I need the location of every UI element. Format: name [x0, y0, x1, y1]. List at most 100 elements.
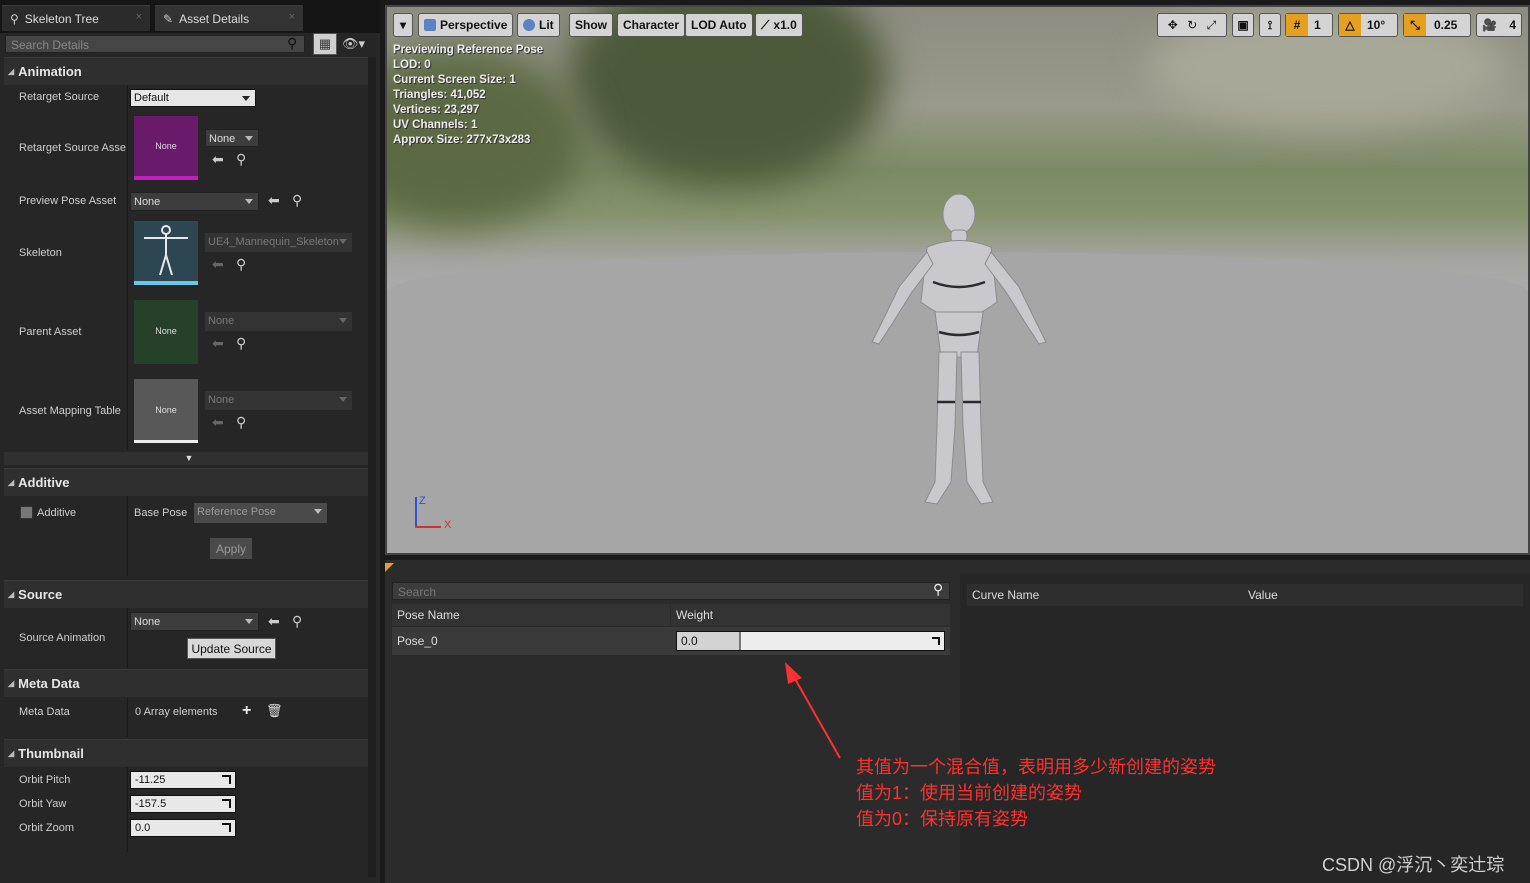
viewport[interactable]: ▾ Perspective Lit Show Character LOD Aut…	[385, 5, 1530, 555]
add-element-plus-icon[interactable]: +	[242, 702, 251, 720]
browse-search-icon[interactable]: ⚲	[236, 256, 246, 273]
asset-mapping-table-thumbnail[interactable]: None	[134, 379, 198, 443]
surface-snap-icon[interactable]: ⟟	[1259, 13, 1281, 37]
orbit-pitch-field[interactable]: -11.25	[130, 771, 236, 789]
camera-speed-button[interactable]: 🎥 4	[1476, 13, 1522, 37]
col-curve-name[interactable]: Curve Name	[967, 584, 1243, 606]
lod-button[interactable]: LOD Auto	[685, 13, 753, 37]
browse-search-icon[interactable]: ⚲	[292, 192, 302, 209]
angle-snap-icon[interactable]: △	[1339, 14, 1361, 36]
rotate-icon[interactable]: ↻	[1187, 18, 1197, 32]
chevron-down-icon	[245, 619, 253, 624]
weight-slider[interactable]: 0.0	[676, 631, 945, 651]
parent-asset-combo[interactable]: None	[205, 312, 352, 331]
viewport-options-button[interactable]: ▾	[393, 13, 413, 37]
collapse-icon: ◢	[8, 478, 15, 487]
combo-value: None	[208, 315, 235, 327]
mannequin-character	[871, 193, 1047, 505]
chevron-down-icon	[339, 239, 347, 244]
retarget-source-combo[interactable]: Default	[130, 89, 256, 107]
view-options-eye-icon[interactable]: 👁▾	[342, 36, 365, 52]
section-title: Meta Data	[18, 676, 80, 691]
scrollbar[interactable]	[368, 57, 376, 877]
preview-pose-asset-combo[interactable]: None	[130, 192, 259, 211]
details-search-input[interactable]: Search Details	[5, 35, 305, 53]
chevron-down-icon	[242, 96, 250, 101]
skeleton-combo[interactable]: UE4_Mannequin_Skeleton	[205, 233, 352, 252]
scale-value[interactable]: 0.25	[1426, 18, 1457, 32]
scale-icon[interactable]: ⤢	[1207, 18, 1217, 33]
source-animation-combo[interactable]: None	[130, 612, 259, 631]
perspective-button[interactable]: Perspective	[418, 13, 514, 37]
tab-skeleton-tree[interactable]: ⚲ Skeleton Tree ×	[2, 5, 150, 31]
playback-speed-button[interactable]: ⟋ x1.0	[755, 13, 803, 37]
tab-label: Asset Details	[179, 11, 250, 26]
character-button[interactable]: Character	[617, 13, 686, 37]
orbit-zoom-field[interactable]: 0.0	[130, 819, 236, 837]
table-row[interactable]: Pose_0 0.0	[392, 627, 950, 655]
base-pose-label: Base Pose	[134, 507, 188, 519]
section-meta-data[interactable]: ◢ Meta Data	[4, 669, 374, 697]
angle-snap-group[interactable]: △ 10°	[1338, 13, 1398, 37]
retarget-source-label: Retarget Source	[19, 91, 100, 103]
additive-checkbox[interactable]	[20, 506, 33, 519]
annotation-arrow	[785, 662, 841, 759]
lit-button[interactable]: Lit	[517, 13, 560, 37]
browse-search-icon[interactable]: ⚲	[292, 613, 302, 630]
grid-size-value[interactable]: 1	[1308, 18, 1321, 32]
col-weight[interactable]: Weight	[671, 604, 950, 626]
skeleton-thumbnail[interactable]	[134, 221, 198, 285]
retarget-source-asset-combo[interactable]: None	[205, 129, 259, 147]
world-local-icon[interactable]: ▣	[1232, 13, 1254, 37]
base-pose-combo[interactable]: Reference Pose	[194, 503, 327, 523]
property-matrix-icon[interactable]: ▦	[313, 33, 337, 55]
search-icon[interactable]: ⚲	[933, 581, 943, 598]
close-icon[interactable]: ×	[136, 11, 142, 23]
angle-value[interactable]: 10°	[1361, 18, 1385, 32]
col-pose-name[interactable]: Pose Name	[392, 604, 670, 626]
section-title: Additive	[18, 475, 70, 490]
use-selected-arrow-icon[interactable]: ⬅	[212, 151, 224, 168]
move-icon[interactable]: ✥	[1168, 18, 1178, 32]
browse-search-icon[interactable]: ⚲	[236, 151, 246, 168]
tab-bar: ⚲ Skeleton Tree × ✎ Asset Details ×	[0, 0, 380, 33]
show-button[interactable]: Show	[569, 13, 613, 37]
transform-mode-group[interactable]: ✥ ↻ ⤢	[1157, 13, 1227, 37]
skeleton-figure-icon	[144, 225, 188, 276]
delete-trash-icon[interactable]: 🗑	[266, 703, 283, 719]
section-source[interactable]: ◢ Source	[4, 580, 374, 608]
asset-mapping-table-label: Asset Mapping Table	[19, 405, 121, 417]
expand-advanced-chevron-icon[interactable]: ▼	[4, 452, 374, 465]
tab-label: Skeleton Tree	[24, 11, 99, 26]
close-icon[interactable]: ×	[289, 11, 295, 23]
section-animation[interactable]: ◢ Animation	[4, 57, 374, 85]
use-selected-arrow-icon[interactable]: ⬅	[268, 192, 280, 209]
scale-snap-group[interactable]: ⤡ 0.25	[1403, 13, 1471, 37]
browse-search-icon[interactable]: ⚲	[236, 414, 246, 431]
section-thumbnail[interactable]: ◢ Thumbnail	[4, 739, 374, 767]
scale-snap-icon[interactable]: ⤡	[1404, 14, 1426, 36]
column-divider	[127, 697, 128, 737]
axis-x-line	[415, 526, 441, 528]
apply-button[interactable]: Apply	[210, 538, 252, 559]
asset-mapping-table-combo[interactable]: None	[205, 391, 352, 410]
pose-name-cell: Pose_0	[397, 634, 438, 648]
retarget-source-asset-thumbnail[interactable]: None	[134, 116, 198, 180]
update-source-button[interactable]: Update Source	[187, 638, 276, 659]
tab-asset-details[interactable]: ✎ Asset Details ×	[155, 5, 303, 31]
orbit-yaw-field[interactable]: -157.5	[130, 795, 236, 813]
annotation-text: 其值为一个混合值，表明用多少新创建的姿势 值为1：使用当前创建的姿势 值为0：保…	[856, 754, 1216, 832]
search-icon[interactable]: ⚲	[287, 35, 297, 52]
parent-asset-thumbnail[interactable]: None	[134, 300, 198, 364]
corner-marker	[385, 563, 394, 572]
grid-snap-group[interactable]: # 1	[1285, 13, 1333, 37]
pose-search-input[interactable]: Search	[392, 582, 950, 600]
browse-search-icon[interactable]: ⚲	[236, 335, 246, 352]
chevron-down-icon	[339, 318, 347, 323]
button-label: Character	[623, 18, 680, 32]
use-selected-arrow-icon[interactable]: ⬅	[268, 613, 280, 630]
section-additive[interactable]: ◢ Additive	[4, 468, 374, 496]
grid-snap-icon[interactable]: #	[1286, 14, 1308, 36]
chevron-down-icon	[245, 136, 253, 141]
col-value[interactable]: Value	[1243, 584, 1523, 606]
